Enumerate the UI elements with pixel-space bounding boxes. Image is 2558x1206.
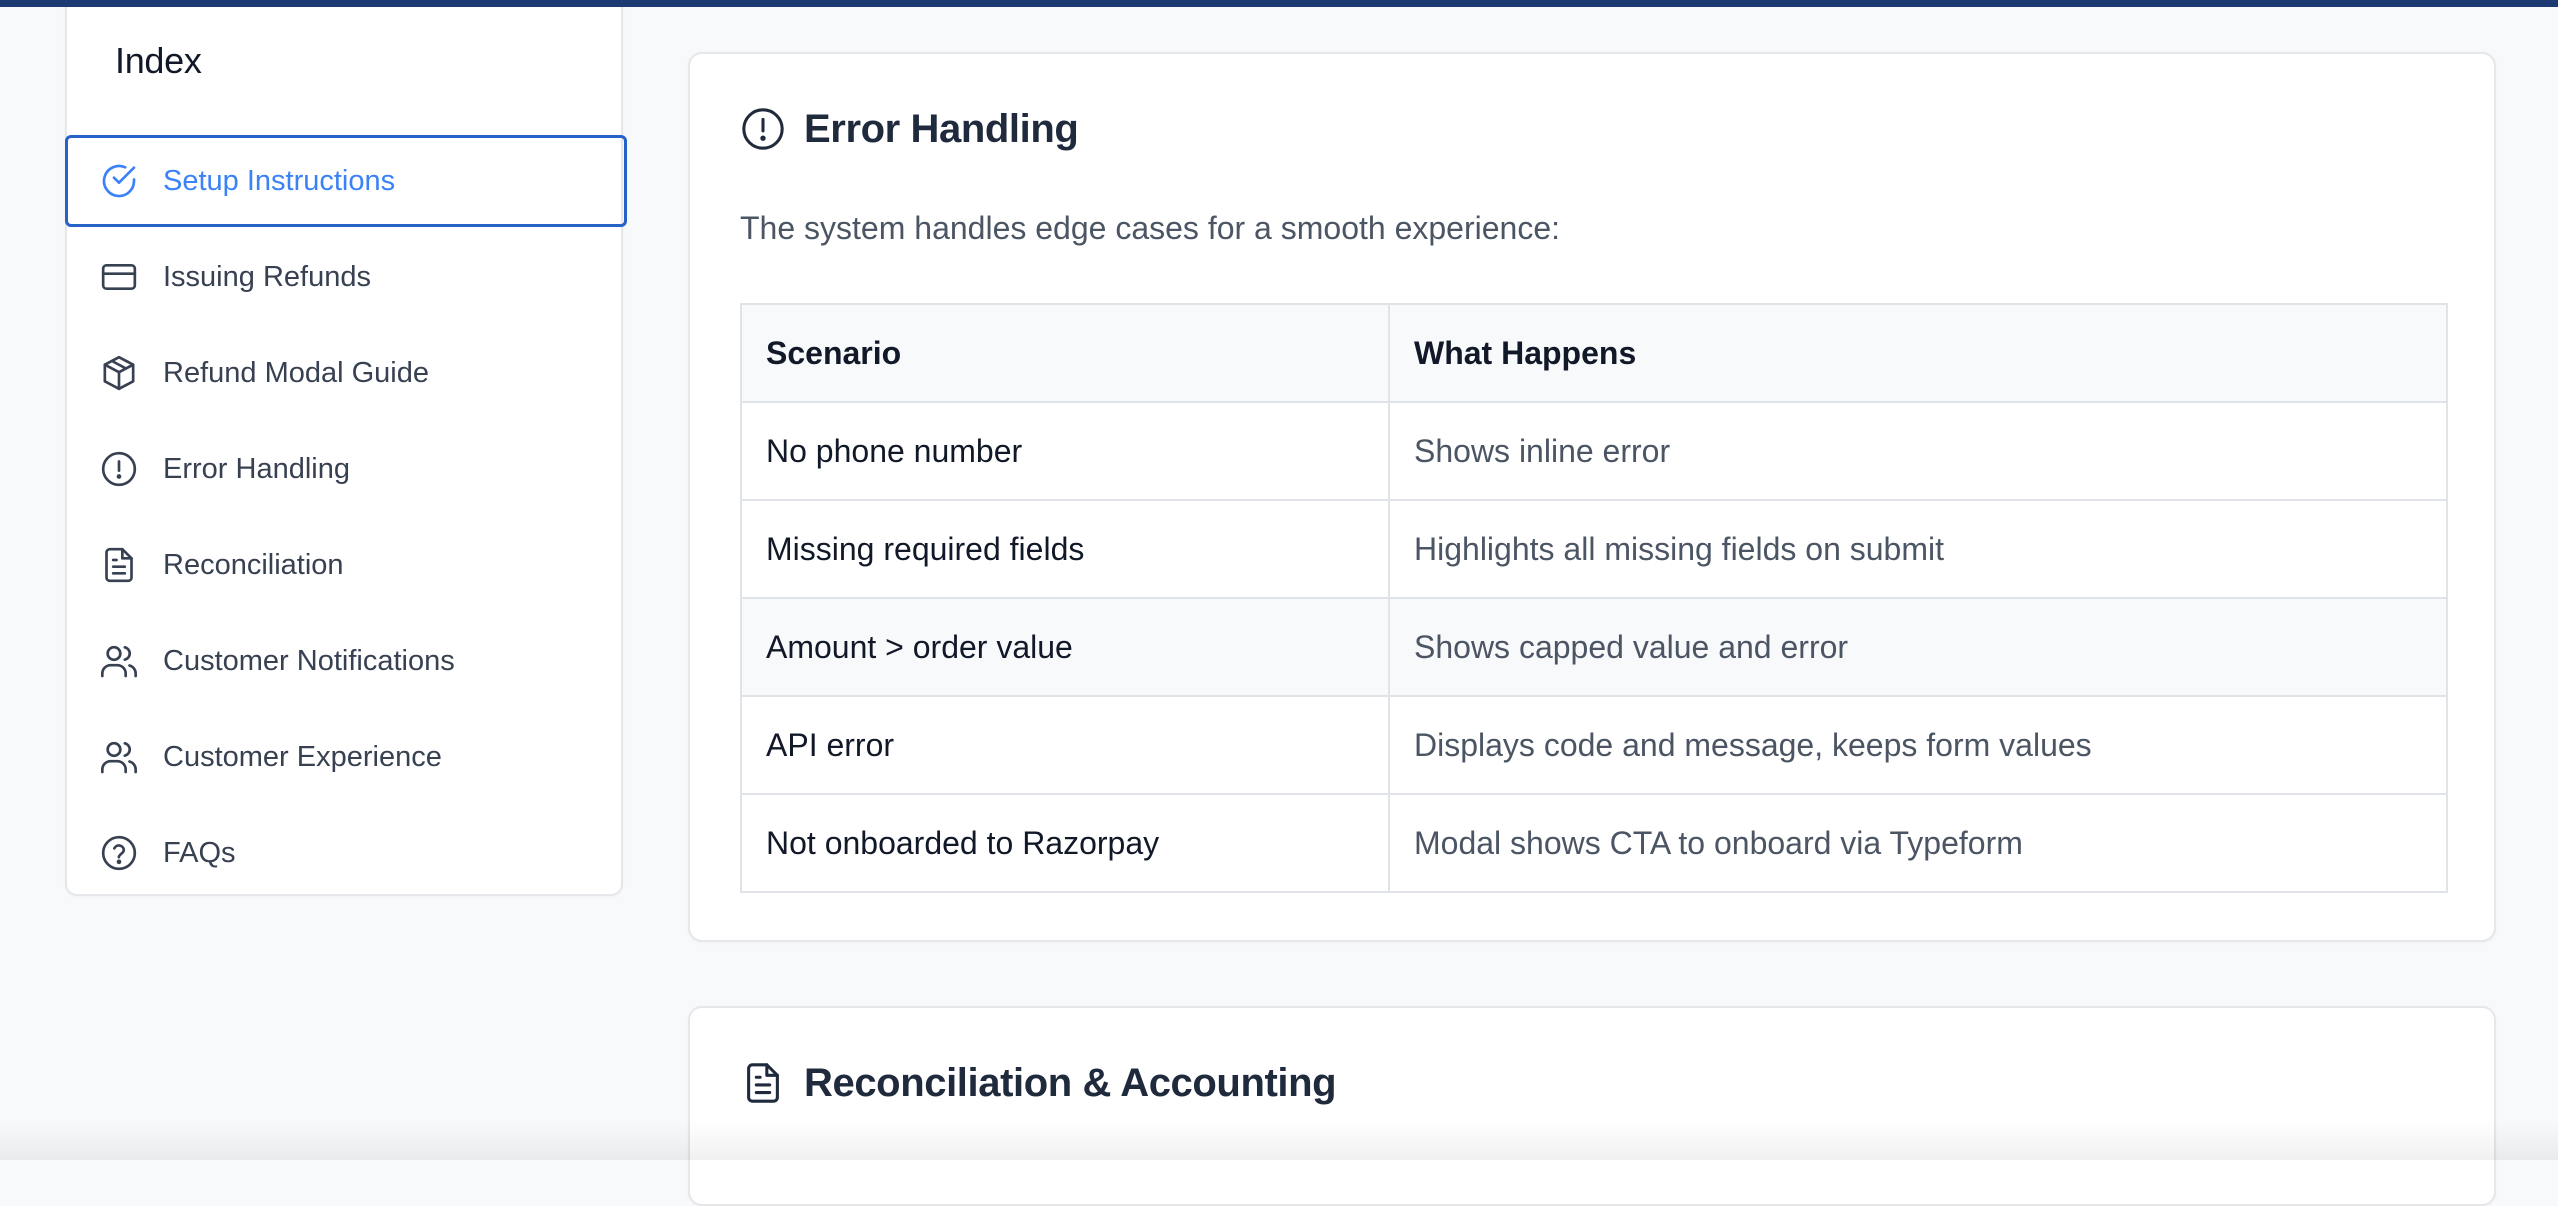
sidebar-item-faqs[interactable]: FAQs — [67, 807, 625, 899]
section-intro: The system handles edge cases for a smoo… — [740, 210, 1560, 247]
alert-circle-icon — [99, 449, 139, 489]
sidebar-item-setup-instructions[interactable]: Setup Instructions — [65, 135, 627, 227]
outcome-cell: Highlights all missing fields on submit — [1389, 500, 2447, 598]
outcome-cell: Displays code and message, keeps form va… — [1389, 696, 2447, 794]
sidebar-item-customer-notifications[interactable]: Customer Notifications — [67, 615, 625, 707]
document-icon — [740, 1060, 786, 1106]
outcome-cell: Shows capped value and error — [1389, 598, 2447, 696]
document-icon — [99, 545, 139, 585]
sidebar-item-error-handling[interactable]: Error Handling — [67, 423, 625, 515]
column-header: What Happens — [1389, 304, 2447, 402]
outcome-cell: Modal shows CTA to onboard via Typeform — [1389, 794, 2447, 892]
check-circle-icon — [99, 161, 139, 201]
table-row: API error Displays code and message, kee… — [741, 696, 2447, 794]
sidebar-item-label: Customer Notifications — [163, 645, 455, 678]
scenario-cell: Not onboarded to Razorpay — [741, 794, 1389, 892]
table-row: Missing required fields Highlights all m… — [741, 500, 2447, 598]
sidebar-item-label: Setup Instructions — [163, 165, 395, 198]
outcome-cell: Shows inline error — [1389, 402, 2447, 500]
table-row: Amount > order value Shows capped value … — [741, 598, 2447, 696]
users-icon — [99, 641, 139, 681]
table-header-row: Scenario What Happens — [741, 304, 2447, 402]
help-circle-icon — [99, 833, 139, 873]
users-icon — [99, 737, 139, 777]
sidebar-nav: Setup Instructions Issuing Refunds Refun… — [67, 135, 625, 903]
sidebar-item-label: Refund Modal Guide — [163, 357, 429, 390]
sidebar-item-issuing-refunds[interactable]: Issuing Refunds — [67, 231, 625, 323]
table-row: Not onboarded to Razorpay Modal shows CT… — [741, 794, 2447, 892]
scenario-cell: Missing required fields — [741, 500, 1389, 598]
sidebar-item-reconciliation[interactable]: Reconciliation — [67, 519, 625, 611]
sidebar-item-label: Customer Experience — [163, 741, 442, 774]
sidebar-item-label: Issuing Refunds — [163, 261, 371, 294]
sidebar-index: Index Setup Instructions Issuing Refunds… — [65, 7, 623, 896]
column-header: Scenario — [741, 304, 1389, 402]
credit-card-icon — [99, 257, 139, 297]
sidebar-item-label: FAQs — [163, 837, 236, 870]
scenario-cell: No phone number — [741, 402, 1389, 500]
sidebar-item-label: Error Handling — [163, 453, 350, 486]
scenario-cell: Amount > order value — [741, 598, 1389, 696]
error-handling-card: Error Handling The system handles edge c… — [688, 52, 2496, 942]
box-icon — [99, 353, 139, 393]
sidebar-item-refund-modal-guide[interactable]: Refund Modal Guide — [67, 327, 625, 419]
table-row: No phone number Shows inline error — [741, 402, 2447, 500]
alert-circle-icon — [740, 106, 786, 152]
sidebar-item-customer-experience[interactable]: Customer Experience — [67, 711, 625, 803]
section-title: Error Handling — [804, 107, 1078, 152]
scenarios-table: Scenario What Happens No phone number Sh… — [740, 303, 2448, 893]
scenario-cell: API error — [741, 696, 1389, 794]
sidebar-item-label: Reconciliation — [163, 549, 344, 582]
section-heading: Reconciliation & Accounting — [740, 1060, 1336, 1106]
section-title: Reconciliation & Accounting — [804, 1061, 1336, 1106]
section-heading: Error Handling — [740, 106, 1078, 152]
sidebar-title: Index — [115, 40, 202, 82]
reconciliation-card: Reconciliation & Accounting — [688, 1006, 2496, 1206]
top-accent-bar — [0, 0, 2558, 7]
